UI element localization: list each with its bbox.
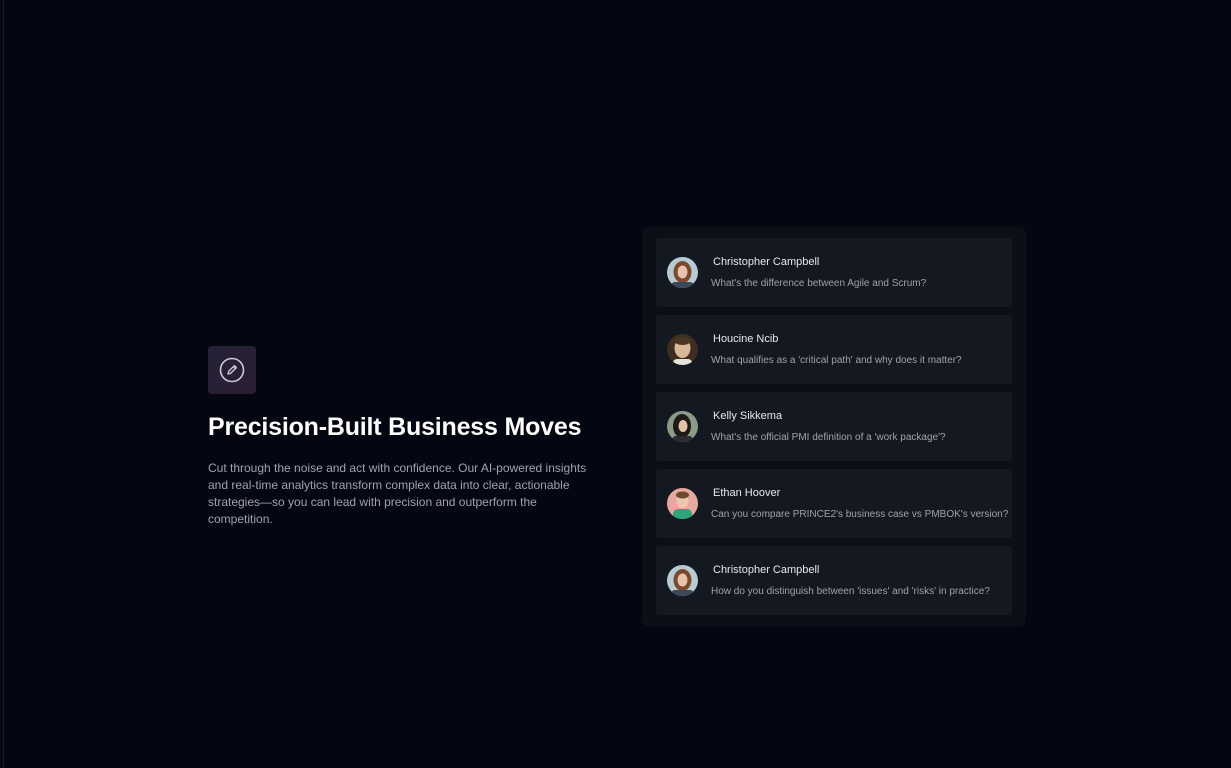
- avatar: [667, 257, 698, 288]
- page-title: Precision-Built Business Moves: [208, 413, 582, 441]
- hero-section: Precision-Built Business Moves Cut throu…: [208, 346, 608, 528]
- question-text: Can you compare PRINCE2's business case …: [711, 509, 1009, 520]
- question-text: What's the official PMI definition of a …: [711, 432, 946, 443]
- question-author: Ethan Hoover: [713, 487, 781, 499]
- hero-description: Cut through the noise and act with confi…: [208, 461, 587, 526]
- question-author: Kelly Sikkema: [713, 410, 783, 422]
- question-card[interactable]: Christopher Campbell What's the differen…: [656, 238, 1012, 307]
- question-author: Christopher Campbell: [713, 256, 820, 268]
- question-card[interactable]: Houcine Ncib What qualifies as a 'critic…: [656, 315, 1012, 384]
- question-text: What's the difference between Agile and …: [711, 278, 927, 289]
- question-card[interactable]: Ethan Hoover Can you compare PRINCE2's b…: [656, 469, 1012, 538]
- left-edge-divider: [3, 0, 4, 768]
- question-card[interactable]: Kelly Sikkema What's the official PMI de…: [656, 392, 1012, 461]
- question-list-panel: Christopher Campbell What's the differen…: [642, 227, 1026, 626]
- question-text: What qualifies as a 'critical path' and …: [711, 355, 962, 366]
- question-card[interactable]: Christopher Campbell How do you distingu…: [656, 546, 1012, 615]
- question-author: Houcine Ncib: [713, 333, 779, 345]
- question-author: Christopher Campbell: [713, 564, 820, 576]
- avatar: [667, 565, 698, 596]
- question-text: How do you distinguish between 'issues' …: [711, 586, 990, 597]
- avatar: [667, 411, 698, 442]
- page: Precision-Built Business Moves Cut throu…: [0, 0, 1231, 768]
- edit-pencil-icon: [208, 346, 256, 394]
- avatar: [667, 334, 698, 365]
- avatar: [667, 488, 698, 519]
